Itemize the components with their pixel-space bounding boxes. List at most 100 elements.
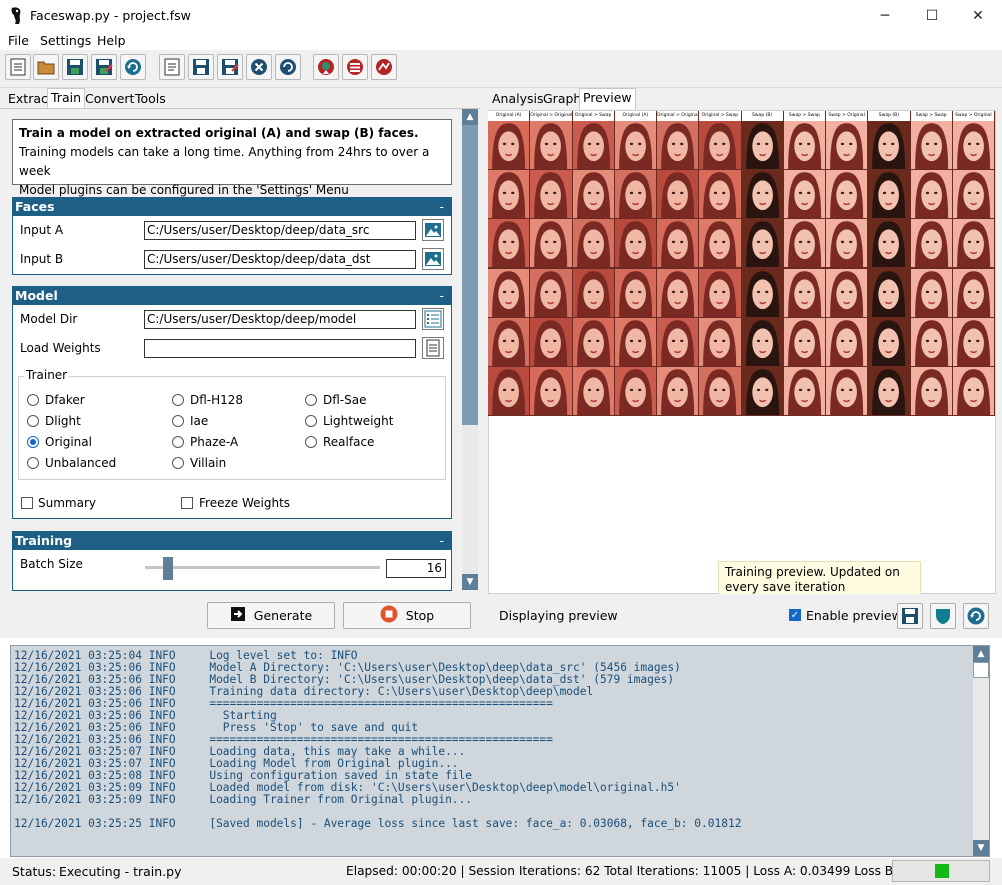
tab-train[interactable]: Train xyxy=(47,88,85,109)
save-task-icon[interactable] xyxy=(188,54,214,80)
refresh-preview-icon[interactable] xyxy=(963,603,989,629)
menu-settings[interactable]: Settings xyxy=(40,33,91,48)
radio-dfl-sae[interactable] xyxy=(305,394,317,406)
faces-collapse-button[interactable]: - xyxy=(439,197,444,216)
preview-face-tile xyxy=(741,268,783,317)
tab-preview[interactable]: Preview xyxy=(579,88,636,109)
freeze-weights-checkbox[interactable] xyxy=(181,497,193,509)
maximize-button[interactable]: ☐ xyxy=(909,0,955,32)
radio-dlight[interactable] xyxy=(27,415,39,427)
training-section-header[interactable]: Training - xyxy=(12,531,452,550)
preview-face-tile xyxy=(826,366,868,415)
mask-preview-icon[interactable] xyxy=(930,603,956,629)
radio-iae[interactable] xyxy=(172,415,184,427)
preview-column-header: Swap (B) xyxy=(868,111,910,121)
save-icon[interactable] xyxy=(62,54,88,80)
radio-villain[interactable] xyxy=(172,457,184,469)
batch-size-input[interactable]: 16 xyxy=(386,559,446,578)
radio-lightweight-label: Lightweight xyxy=(323,414,394,428)
tab-tools[interactable]: Tools xyxy=(132,90,169,108)
load-weights-browse-icon[interactable] xyxy=(422,337,444,359)
left-scroll-thumb[interactable] xyxy=(462,125,478,425)
reload-task-icon[interactable] xyxy=(275,54,301,80)
settings-convert-icon[interactable] xyxy=(371,54,397,80)
preview-face-tile xyxy=(952,366,994,415)
preview-face-tile xyxy=(910,121,952,170)
summary-checkbox[interactable] xyxy=(21,497,33,509)
progress-indicator xyxy=(935,864,949,878)
preview-face-tile xyxy=(910,170,952,219)
preview-column-header: Original > Swap xyxy=(699,111,741,121)
stop-label: Stop xyxy=(405,608,435,623)
radio-dfaker[interactable] xyxy=(27,394,39,406)
settings-list-icon[interactable] xyxy=(342,54,368,80)
preview-face-tile xyxy=(952,317,994,366)
save-as-icon[interactable] xyxy=(91,54,117,80)
radio-original[interactable] xyxy=(27,436,39,448)
preview-face-tile xyxy=(488,170,530,219)
preview-column-header: Swap > Swap xyxy=(910,111,952,121)
radio-lightweight[interactable] xyxy=(305,415,317,427)
preview-column-header: Original > Original xyxy=(530,111,572,121)
console-scroll-down-icon[interactable]: ▼ xyxy=(973,840,989,856)
radio-realface[interactable] xyxy=(305,436,317,448)
tab-analysis[interactable]: Analysis xyxy=(489,90,547,108)
stop-icon xyxy=(380,605,398,626)
tab-convert[interactable]: Convert xyxy=(82,90,137,108)
save-task-as-icon[interactable] xyxy=(217,54,243,80)
menu-help[interactable]: Help xyxy=(97,33,126,48)
faces-section-header[interactable]: Faces - xyxy=(12,197,452,216)
preview-face-tile xyxy=(868,219,910,268)
stop-button[interactable]: Stop xyxy=(343,602,471,629)
tab-graph[interactable]: Graph xyxy=(540,90,584,108)
preview-face-tile xyxy=(488,366,530,415)
model-section-header[interactable]: Model - xyxy=(12,286,452,305)
model-dir-browse-icon[interactable] xyxy=(422,308,444,330)
preview-face-tile xyxy=(614,366,656,415)
trainer-label: Trainer xyxy=(24,368,70,382)
preview-face-tile xyxy=(530,170,572,219)
reload-icon[interactable] xyxy=(120,54,146,80)
input-a-field[interactable]: C:/Users/user/Desktop/deep/data_src xyxy=(144,221,416,240)
preview-face-tile xyxy=(826,170,868,219)
load-weights-field[interactable] xyxy=(144,339,416,358)
new-project-icon[interactable] xyxy=(5,54,31,80)
radio-dfl-h128[interactable] xyxy=(172,394,184,406)
console-scrollbar[interactable]: ▲ ▼ xyxy=(973,646,989,856)
scroll-up-icon[interactable]: ▲ xyxy=(462,109,478,125)
preview-face-tile xyxy=(488,317,530,366)
left-scrollbar[interactable]: ▲ ▼ xyxy=(462,109,478,590)
generate-button[interactable]: Generate xyxy=(207,602,335,629)
input-b-browse-icon[interactable] xyxy=(422,248,444,270)
radio-phaze-a[interactable] xyxy=(172,436,184,448)
training-collapse-button[interactable]: - xyxy=(439,531,444,550)
input-b-field[interactable]: C:/Users/user/Desktop/deep/data_dst xyxy=(144,250,416,269)
model-collapse-button[interactable]: - xyxy=(439,286,444,305)
batch-size-label: Batch Size xyxy=(20,557,83,571)
minimize-button[interactable]: ─ xyxy=(862,0,908,32)
new-task-icon[interactable] xyxy=(159,54,185,80)
generate-label: Generate xyxy=(253,608,313,623)
radio-unbalanced-label: Unbalanced xyxy=(45,456,117,470)
batch-size-slider[interactable] xyxy=(163,557,173,580)
console-scroll-up-icon[interactable]: ▲ xyxy=(973,646,989,662)
preview-face-tile xyxy=(910,268,952,317)
batch-size-track xyxy=(145,566,380,569)
open-folder-icon[interactable] xyxy=(33,54,59,80)
model-dir-field[interactable]: C:/Users/user/Desktop/deep/model xyxy=(144,310,416,329)
preview-face-tile xyxy=(657,366,699,415)
close-button[interactable]: ✕ xyxy=(955,0,1001,32)
enable-preview-checkbox[interactable]: ✓ xyxy=(789,609,801,621)
preview-face-tile xyxy=(572,170,614,219)
preview-column-header: Original > Swap xyxy=(572,111,614,121)
settings-train-icon[interactable] xyxy=(313,54,339,80)
scroll-down-icon[interactable]: ▼ xyxy=(462,574,478,590)
menu-file[interactable]: File xyxy=(8,33,29,48)
radio-unbalanced[interactable] xyxy=(27,457,39,469)
preview-column-header: Swap (B) xyxy=(741,111,783,121)
console-scroll-thumb[interactable] xyxy=(973,662,989,678)
preview-face-tile xyxy=(657,121,699,170)
save-preview-icon[interactable] xyxy=(897,603,923,629)
clear-task-icon[interactable] xyxy=(246,54,272,80)
input-a-browse-icon[interactable] xyxy=(422,219,444,241)
